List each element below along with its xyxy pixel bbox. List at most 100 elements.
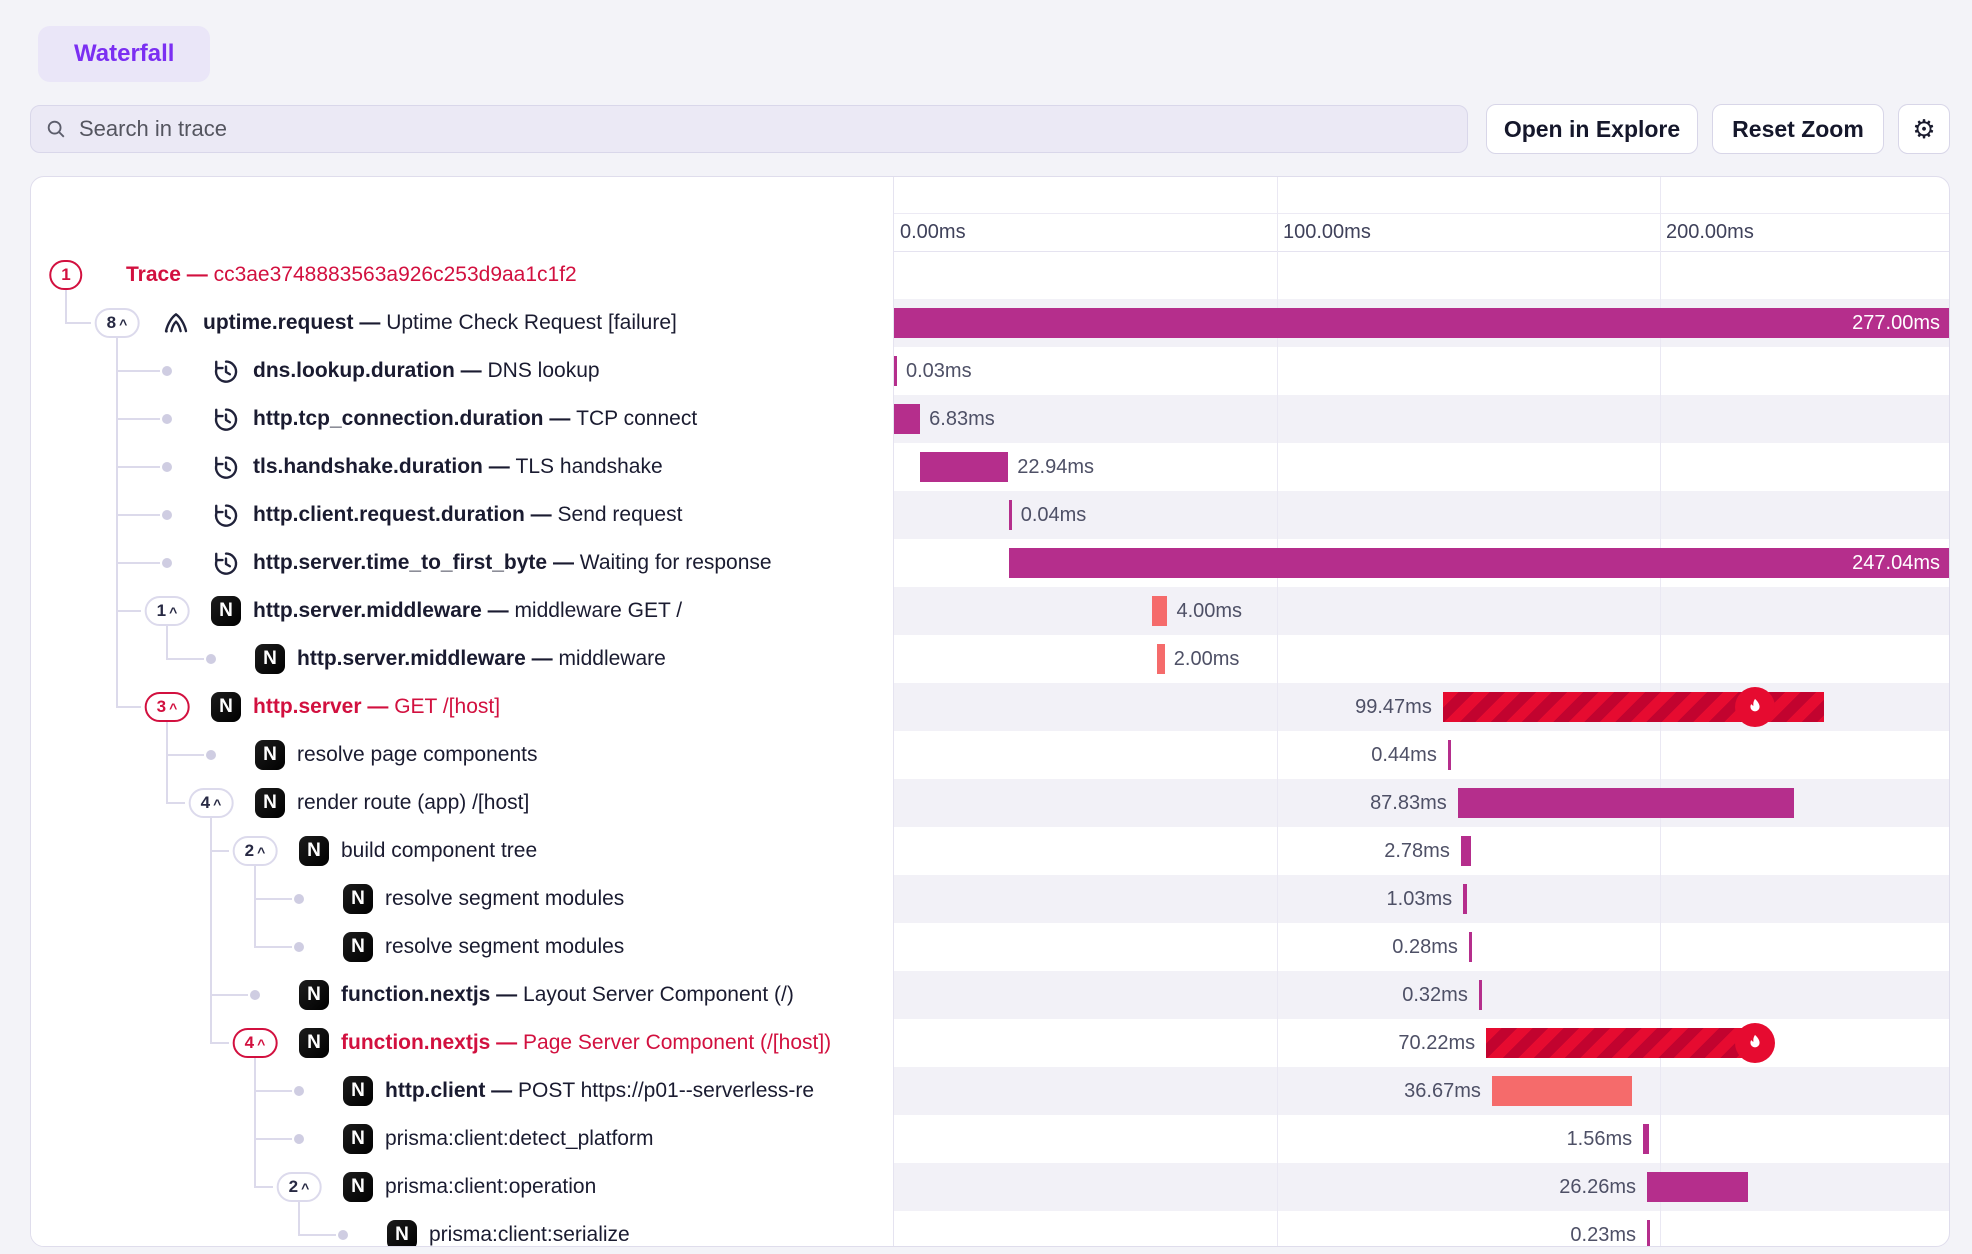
trace-row[interactable]: 1Trace — cc3ae3748883563a926c253d9aa1c1f… bbox=[31, 251, 1949, 299]
span-duration-bar[interactable] bbox=[1448, 740, 1451, 770]
span-duration-bar[interactable] bbox=[1647, 1220, 1650, 1247]
span-duration-bar[interactable] bbox=[920, 452, 1008, 482]
span-description: Uptime Check Request [failure] bbox=[386, 311, 677, 334]
span-row[interactable]: 8^uptime.request — Uptime Check Request … bbox=[31, 299, 1949, 347]
span-duration-bar[interactable] bbox=[1492, 1076, 1632, 1106]
search-bar[interactable] bbox=[30, 105, 1468, 153]
axis-tick-row: 0.00ms100.00ms200.00ms bbox=[894, 214, 1949, 252]
span-row[interactable]: Nresolve page components 0.44ms bbox=[31, 731, 1949, 779]
span-duration-bar[interactable] bbox=[1463, 884, 1467, 914]
span-duration-bar[interactable] bbox=[1647, 1172, 1748, 1202]
span-description: Waiting for response bbox=[580, 551, 772, 574]
timeline-cell: 0.28ms bbox=[894, 923, 1949, 971]
timeline-cell: 70.22ms bbox=[894, 1019, 1949, 1067]
span-name: resolve segment modules bbox=[385, 935, 624, 958]
span-row[interactable]: 2^Nprisma:client:operation26.26ms bbox=[31, 1163, 1949, 1211]
tab-waterfall[interactable]: Waterfall bbox=[38, 26, 210, 82]
span-name: build component tree bbox=[341, 839, 537, 862]
error-flame-badge[interactable] bbox=[1735, 687, 1775, 727]
span-duration-bar[interactable] bbox=[1643, 1124, 1649, 1154]
chevron-up-icon: ^ bbox=[119, 316, 127, 332]
span-duration-bar[interactable] bbox=[894, 356, 897, 386]
collapse-chip[interactable]: 1^ bbox=[145, 596, 190, 626]
span-row[interactable]: 2^Nbuild component tree2.78ms bbox=[31, 827, 1949, 875]
tree-guide-line bbox=[254, 1163, 256, 1187]
open-in-explore-button[interactable]: Open in Explore bbox=[1486, 104, 1698, 154]
span-row[interactable]: 4^Nrender route (app) /[host]87.83ms bbox=[31, 779, 1949, 827]
collapse-chip[interactable]: 1 bbox=[49, 260, 82, 290]
collapse-chip[interactable]: 2^ bbox=[277, 1172, 322, 1202]
span-title: build component tree bbox=[341, 839, 537, 863]
span-title: http.server — GET /[host] bbox=[253, 695, 500, 719]
span-row[interactable]: Nhttp.server.middleware — middleware2.00… bbox=[31, 635, 1949, 683]
settings-button[interactable]: ⚙ bbox=[1898, 104, 1950, 154]
span-label-cell: 4^Nfunction.nextjs — Page Server Compone… bbox=[31, 1019, 894, 1067]
reset-zoom-button[interactable]: Reset Zoom bbox=[1712, 104, 1884, 154]
span-duration-bar[interactable] bbox=[894, 404, 920, 434]
collapse-chip[interactable]: 3^ bbox=[145, 692, 190, 722]
axis-tick-label: 100.00ms bbox=[1283, 221, 1371, 244]
span-duration-bar[interactable] bbox=[1458, 788, 1794, 818]
span-duration-bar[interactable] bbox=[1157, 644, 1165, 674]
timeline-cell: 0.44ms bbox=[894, 731, 1949, 779]
nextjs-icon: N bbox=[387, 1220, 417, 1247]
span-duration-bar[interactable] bbox=[1479, 980, 1482, 1010]
timeline-cell: 87.83ms bbox=[894, 779, 1949, 827]
span-row[interactable]: http.server.time_to_first_byte — Waiting… bbox=[31, 539, 1949, 587]
search-input[interactable] bbox=[77, 115, 1453, 143]
span-name: http.server.time_to_first_byte bbox=[253, 551, 547, 574]
nextjs-icon: N bbox=[343, 884, 373, 914]
span-row[interactable]: 3^Nhttp.server — GET /[host]99.47ms bbox=[31, 683, 1949, 731]
clock-history-icon bbox=[211, 452, 241, 482]
duration-label: 0.03ms bbox=[906, 347, 972, 395]
span-duration-bar[interactable] bbox=[1486, 1028, 1755, 1058]
collapse-chip[interactable]: 8^ bbox=[95, 308, 140, 338]
collapse-chip[interactable]: 4^ bbox=[233, 1028, 278, 1058]
span-row[interactable]: dns.lookup.duration — DNS lookup0.03ms bbox=[31, 347, 1949, 395]
timeline-cell: 99.47ms bbox=[894, 683, 1949, 731]
timeline-axis: 0.00ms100.00ms200.00ms bbox=[894, 177, 1949, 251]
collapse-chip[interactable]: 4^ bbox=[189, 788, 234, 818]
span-label-cell: Nresolve page components bbox=[31, 731, 894, 779]
span-row[interactable]: Nhttp.client — POST https://p01--serverl… bbox=[31, 1067, 1949, 1115]
gear-icon: ⚙ bbox=[1912, 114, 1935, 145]
duration-label: 0.44ms bbox=[1371, 731, 1437, 779]
span-row[interactable]: Nprisma:client:serialize0.23ms bbox=[31, 1211, 1949, 1247]
timeline-cell: 2.78ms bbox=[894, 827, 1949, 875]
chip-count: 4 bbox=[245, 1033, 254, 1053]
span-separator: — bbox=[181, 263, 214, 286]
span-row[interactable]: 4^Nfunction.nextjs — Page Server Compone… bbox=[31, 1019, 1949, 1067]
span-label-cell: 8^uptime.request — Uptime Check Request … bbox=[31, 299, 894, 347]
leaf-bullet-icon bbox=[294, 894, 304, 904]
duration-label: 277.00ms bbox=[894, 308, 1949, 338]
tree-guide-line bbox=[65, 299, 67, 323]
span-row[interactable]: tls.handshake.duration — TLS handshake22… bbox=[31, 443, 1949, 491]
tree-guide-line bbox=[298, 1211, 300, 1235]
span-separator: — bbox=[526, 647, 559, 670]
collapse-chip[interactable]: 2^ bbox=[233, 836, 278, 866]
span-separator: — bbox=[485, 1079, 518, 1102]
chevron-up-icon: ^ bbox=[169, 700, 177, 716]
span-row[interactable]: 1^Nhttp.server.middleware — middleware G… bbox=[31, 587, 1949, 635]
span-duration-bar[interactable] bbox=[1009, 500, 1012, 530]
span-row[interactable]: Nresolve segment modules0.28ms bbox=[31, 923, 1949, 971]
span-name: function.nextjs bbox=[341, 983, 490, 1006]
timeline-cell: 1.03ms bbox=[894, 875, 1949, 923]
axis-tick-label: 200.00ms bbox=[1666, 221, 1754, 244]
error-flame-badge[interactable] bbox=[1735, 1023, 1775, 1063]
timeline-cell: 2.00ms bbox=[894, 635, 1949, 683]
span-label-cell: 4^Nrender route (app) /[host] bbox=[31, 779, 894, 827]
span-description: Layout Server Component (/) bbox=[523, 983, 794, 1006]
span-row[interactable]: http.tcp_connection.duration — TCP conne… bbox=[31, 395, 1949, 443]
span-duration-bar[interactable] bbox=[1152, 596, 1167, 626]
chevron-up-icon: ^ bbox=[257, 844, 265, 860]
span-separator: — bbox=[362, 695, 395, 718]
span-row[interactable]: Nprisma:client:detect_platform1.56ms bbox=[31, 1115, 1949, 1163]
chevron-up-icon: ^ bbox=[301, 1180, 309, 1196]
span-name: dns.lookup.duration bbox=[253, 359, 455, 382]
span-duration-bar[interactable] bbox=[1461, 836, 1472, 866]
span-duration-bar[interactable] bbox=[1469, 932, 1472, 962]
span-row[interactable]: Nfunction.nextjs — Layout Server Compone… bbox=[31, 971, 1949, 1019]
span-row[interactable]: Nresolve segment modules1.03ms bbox=[31, 875, 1949, 923]
span-row[interactable]: http.client.request.duration — Send requ… bbox=[31, 491, 1949, 539]
